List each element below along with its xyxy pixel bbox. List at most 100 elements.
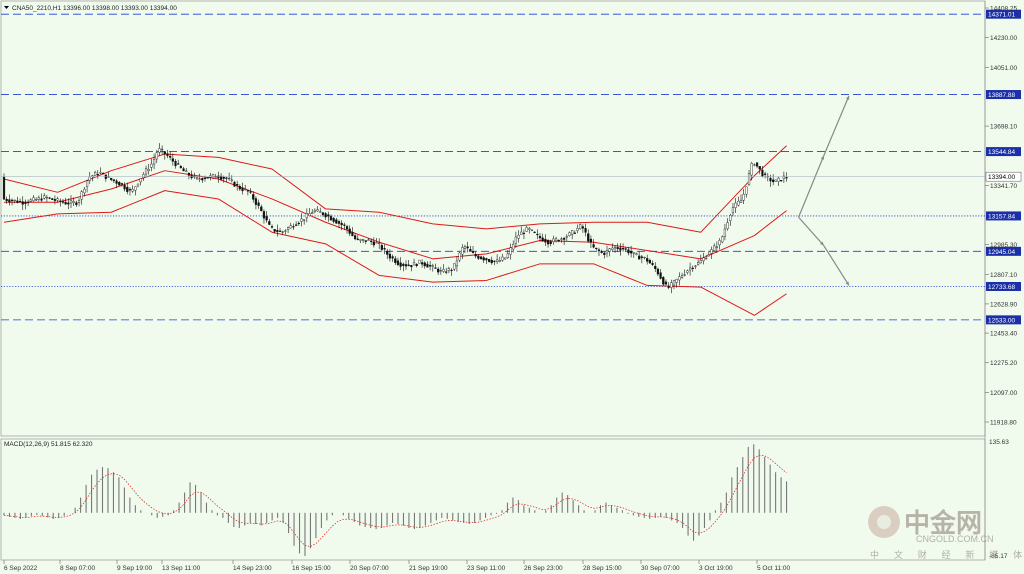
candle-body bbox=[479, 256, 483, 260]
candle-body bbox=[348, 228, 351, 234]
candle-body bbox=[605, 250, 609, 254]
candle-body bbox=[659, 272, 662, 279]
candle-body bbox=[702, 257, 705, 262]
candle-body bbox=[77, 200, 81, 203]
candle-body bbox=[420, 262, 424, 265]
x-tick-label: 8 Sep 07:00 bbox=[60, 565, 95, 572]
watermark-site: CNGOLD.COM.CN bbox=[916, 534, 994, 544]
candle-body bbox=[737, 200, 740, 206]
candle-body bbox=[45, 196, 48, 199]
candle-body bbox=[672, 280, 676, 286]
candle-body bbox=[445, 271, 448, 273]
candle-body bbox=[61, 201, 65, 203]
candle-body bbox=[576, 228, 579, 231]
x-tick-label: 28 Sep 15:00 bbox=[583, 565, 622, 572]
macd-axis-top: 135.63 bbox=[989, 439, 1009, 446]
candle-body bbox=[646, 258, 649, 262]
candle-body bbox=[128, 188, 132, 191]
candle-body bbox=[501, 256, 504, 261]
candle-body bbox=[161, 148, 164, 151]
candle-body bbox=[640, 256, 643, 258]
svg-text:12533.00: 12533.00 bbox=[988, 317, 1015, 324]
candle-body bbox=[351, 232, 354, 236]
candle-body bbox=[233, 181, 236, 187]
candle-body bbox=[597, 249, 601, 252]
candle-body bbox=[608, 248, 611, 252]
candle-body bbox=[512, 244, 515, 250]
candle-body bbox=[560, 238, 563, 240]
svg-text:14371.01: 14371.01 bbox=[988, 12, 1015, 19]
candle-body bbox=[536, 233, 539, 236]
candle-body bbox=[656, 268, 660, 275]
candle-body bbox=[260, 206, 263, 212]
candle-body bbox=[83, 188, 86, 194]
candle-body bbox=[431, 265, 434, 267]
candle-body bbox=[10, 199, 14, 202]
candle-body bbox=[442, 269, 445, 272]
x-tick-label: 9 Sep 19:00 bbox=[117, 565, 152, 572]
candle-body bbox=[455, 260, 459, 267]
candle-body bbox=[182, 168, 185, 172]
candle-body bbox=[496, 259, 499, 262]
candle-body bbox=[386, 250, 389, 255]
candle-body bbox=[96, 174, 99, 176]
y-tick-label: 12453.40 bbox=[990, 331, 1017, 338]
candle-body bbox=[434, 267, 437, 269]
candle-body bbox=[75, 202, 78, 205]
candle-body bbox=[731, 207, 735, 214]
candle-body bbox=[635, 253, 638, 255]
candle-body bbox=[723, 228, 727, 237]
candle-body bbox=[450, 269, 453, 272]
candle-body bbox=[439, 270, 442, 272]
candle-body bbox=[466, 246, 469, 249]
candle-body bbox=[745, 186, 748, 195]
candle-body bbox=[305, 213, 308, 219]
x-tick-label: 20 Sep 07:00 bbox=[350, 565, 389, 572]
candle-body bbox=[487, 259, 491, 262]
candle-body bbox=[506, 253, 509, 258]
candle-body bbox=[734, 202, 737, 208]
candle-body bbox=[662, 277, 665, 285]
y-tick-label: 12807.10 bbox=[990, 272, 1017, 279]
candle-body bbox=[739, 199, 743, 203]
candle-body bbox=[112, 179, 115, 182]
candle-body bbox=[13, 199, 16, 202]
candle-body bbox=[206, 177, 209, 179]
candle-body bbox=[152, 159, 156, 165]
candle-body bbox=[691, 267, 694, 269]
candle-body bbox=[514, 236, 517, 244]
candle-body bbox=[144, 168, 148, 175]
x-tick-label: 5 Oct 11:00 bbox=[757, 565, 791, 572]
candle-body bbox=[281, 231, 284, 233]
candle-body bbox=[311, 212, 314, 214]
candle-body bbox=[300, 218, 303, 222]
candle-body bbox=[134, 186, 137, 191]
candle-body bbox=[638, 255, 641, 260]
candle-body bbox=[163, 151, 166, 155]
candle-body bbox=[67, 202, 70, 205]
level-price-label: 12733.68 bbox=[986, 281, 1021, 291]
candle-body bbox=[289, 225, 292, 229]
candle-body bbox=[423, 262, 426, 267]
y-tick-label: 13698.10 bbox=[990, 124, 1017, 131]
trading-chart[interactable]: CNA50_2210,H1 13396.00 13398.00 13393.00… bbox=[0, 0, 1024, 574]
candle-body bbox=[621, 248, 625, 250]
candle-body bbox=[680, 275, 684, 278]
candle-body bbox=[102, 172, 105, 175]
candle-body bbox=[504, 257, 507, 260]
level-price-label: 13544.84 bbox=[986, 147, 1021, 157]
candle-body bbox=[303, 219, 306, 221]
candle-body bbox=[316, 209, 319, 212]
candle-body bbox=[530, 229, 534, 231]
candle-body bbox=[568, 232, 571, 236]
candle-body bbox=[648, 260, 651, 264]
candle-body bbox=[603, 252, 606, 255]
candle-body bbox=[372, 241, 375, 246]
candle-body bbox=[177, 163, 180, 165]
candle-body bbox=[246, 190, 249, 192]
candle-body bbox=[699, 259, 702, 264]
candle-body bbox=[755, 162, 759, 167]
y-tick-label: 12985.30 bbox=[990, 242, 1017, 249]
candle-body bbox=[394, 258, 397, 263]
candle-body bbox=[581, 226, 584, 229]
